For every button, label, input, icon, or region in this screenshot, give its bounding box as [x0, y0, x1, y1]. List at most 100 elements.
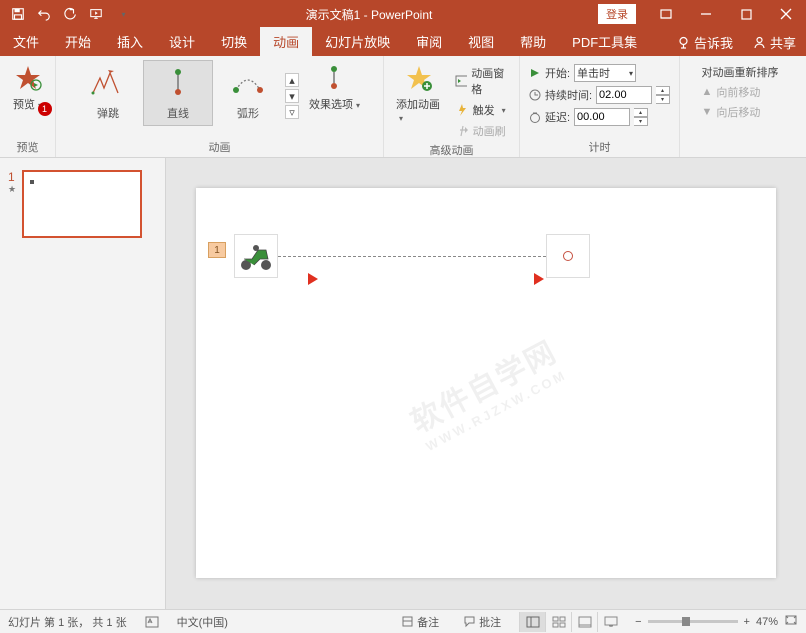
animation-painter-button[interactable]: 动画刷: [453, 122, 513, 140]
quick-access-toolbar: [0, 2, 140, 26]
start-combo[interactable]: 单击时▾: [574, 64, 636, 82]
move-earlier-label: 向前移动: [716, 84, 760, 100]
tab-slideshow[interactable]: 幻灯片放映: [312, 27, 403, 56]
motion-end-dot-icon: [563, 251, 573, 261]
share-label: 共享: [770, 33, 796, 52]
slide-canvas[interactable]: 1 软件自学网 WWW.RJZXW.COM: [166, 158, 806, 609]
bounce-label: 弹跳: [97, 105, 119, 121]
gallery-more-button[interactable]: ▿: [285, 105, 299, 119]
ribbon: 预览 预览 弹跳 直线 弧形 ▴: [0, 56, 806, 158]
delay-clock-icon: [529, 111, 541, 123]
group-timing-label: 计时: [589, 139, 611, 155]
tab-design[interactable]: 设计: [156, 27, 208, 56]
redo-button[interactable]: [58, 2, 82, 26]
add-animation-icon: [403, 62, 435, 94]
duration-clock-icon: [529, 89, 541, 101]
preview-star-icon: [12, 62, 44, 94]
notes-label: 备注: [417, 614, 439, 630]
tab-pdf-tools[interactable]: PDF工具集: [559, 27, 650, 56]
animation-line[interactable]: 直线: [143, 60, 213, 126]
notes-icon: [401, 615, 414, 628]
login-button[interactable]: 登录: [598, 4, 636, 24]
tab-file[interactable]: 文件: [0, 27, 52, 56]
fit-to-window-button[interactable]: [784, 614, 798, 629]
arc-icon: [224, 65, 272, 101]
slide-count-status[interactable]: 幻灯片 第 1 张， 共 1 张: [8, 614, 127, 630]
spellcheck-status[interactable]: [139, 613, 165, 631]
zoom-in-button[interactable]: +: [744, 616, 750, 628]
add-animation-button[interactable]: 添加动画: [390, 60, 449, 126]
move-later-button[interactable]: ▼向后移动: [702, 104, 779, 120]
zoom-percent[interactable]: 47%: [756, 616, 778, 628]
minimize-button[interactable]: [686, 0, 726, 28]
close-button[interactable]: [766, 0, 806, 28]
animation-bounce[interactable]: 弹跳: [73, 60, 143, 126]
duration-input[interactable]: [596, 86, 652, 104]
slide[interactable]: 1 软件自学网 WWW.RJZXW.COM: [196, 188, 776, 578]
sorter-view-button[interactable]: [545, 612, 571, 632]
line-icon: [154, 65, 202, 101]
motion-start-object[interactable]: [234, 234, 278, 278]
tab-animations[interactable]: 动画: [260, 27, 312, 56]
gallery-down-button[interactable]: ▾: [285, 89, 299, 103]
thumbnail-number: 1: [8, 170, 16, 184]
notes-button[interactable]: 备注: [395, 612, 445, 632]
zoom-slider[interactable]: [648, 620, 738, 623]
ribbon-options-button[interactable]: [646, 0, 686, 28]
comments-button[interactable]: 批注: [457, 612, 507, 632]
painter-icon: [455, 124, 469, 138]
watermark-text: 软件自学网: [406, 335, 563, 439]
tell-me-button[interactable]: 告诉我: [667, 29, 743, 56]
ribbon-tabs: 文件 开始 插入 设计 切换 动画 幻灯片放映 审阅 视图 帮助 PDF工具集 …: [0, 28, 806, 56]
group-advanced-label: 高级动画: [430, 142, 474, 158]
window-title: 演示文稿1 - PowerPoint: [140, 6, 598, 23]
duration-down-button[interactable]: ▾: [656, 95, 670, 104]
slide-thumbnails-pane[interactable]: 1 ★: [0, 158, 166, 609]
reading-view-button[interactable]: [571, 612, 597, 632]
language-status[interactable]: 中文(中国): [177, 614, 228, 630]
maximize-button[interactable]: [726, 0, 766, 28]
slideshow-view-button[interactable]: [597, 612, 623, 632]
gallery-up-button[interactable]: ▴: [285, 73, 299, 87]
duration-up-button[interactable]: ▴: [656, 86, 670, 95]
slide-thumbnail-1[interactable]: [22, 170, 142, 238]
tab-transitions[interactable]: 切换: [208, 27, 260, 56]
zoom-out-button[interactable]: −: [635, 616, 641, 628]
start-play-icon: [529, 67, 541, 79]
trigger-button[interactable]: 触发: [453, 101, 513, 119]
reorder-header: 对动画重新排序: [702, 64, 779, 80]
tab-home[interactable]: 开始: [52, 27, 104, 56]
animation-order-tag[interactable]: 1: [208, 242, 226, 258]
add-animation-label: 添加动画: [396, 96, 443, 124]
effect-options-label: 效果选项: [309, 96, 360, 112]
undo-button[interactable]: [32, 2, 56, 26]
comments-icon: [463, 615, 476, 628]
status-bar: 幻灯片 第 1 张， 共 1 张 中文(中国) 备注 批注 − + 47%: [0, 609, 806, 633]
motion-path-line[interactable]: [278, 256, 546, 257]
animation-indicator-icon: ★: [8, 184, 16, 195]
painter-label: 动画刷: [473, 123, 506, 139]
tab-review[interactable]: 审阅: [403, 27, 455, 56]
tab-view[interactable]: 视图: [455, 27, 507, 56]
animation-arc[interactable]: 弧形: [213, 60, 283, 126]
normal-view-button[interactable]: [519, 612, 545, 632]
delay-label: 延迟:: [545, 109, 570, 125]
tab-help[interactable]: 帮助: [507, 27, 559, 56]
preview-button[interactable]: 预览: [6, 60, 50, 114]
motion-end-handle[interactable]: [546, 234, 590, 278]
delay-up-button[interactable]: ▴: [634, 108, 648, 117]
annotation-arrow-icon: [284, 270, 318, 288]
group-reorder-label: [738, 143, 741, 155]
effect-options-button[interactable]: 效果选项: [303, 60, 366, 114]
move-earlier-button[interactable]: ▲向前移动: [702, 84, 779, 100]
delay-input[interactable]: [574, 108, 630, 126]
share-button[interactable]: 共享: [743, 29, 806, 56]
save-button[interactable]: [6, 2, 30, 26]
qat-customize-button[interactable]: [110, 2, 134, 26]
delay-down-button[interactable]: ▾: [634, 117, 648, 126]
start-from-beginning-button[interactable]: [84, 2, 108, 26]
spellcheck-icon: [145, 615, 159, 629]
tab-insert[interactable]: 插入: [104, 27, 156, 56]
trigger-label: 触发: [473, 102, 495, 118]
animation-pane-button[interactable]: 动画窗格: [453, 64, 513, 98]
